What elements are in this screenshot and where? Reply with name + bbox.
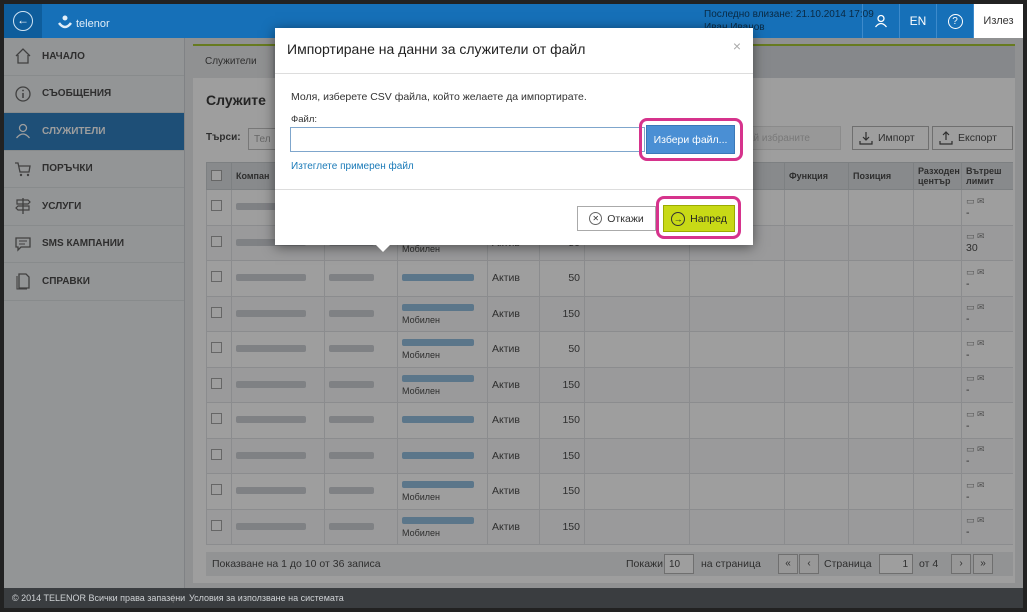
download-sample-link[interactable]: Изтеглете примерен файл bbox=[291, 161, 414, 172]
dialog-instructions: Моля, изберете CSV файла, който желаете … bbox=[291, 91, 587, 103]
language-button[interactable]: EN bbox=[899, 4, 936, 38]
dialog-divider bbox=[275, 189, 753, 190]
cancel-button[interactable]: ✕ Откажи bbox=[577, 206, 656, 231]
copyright-text: © 2014 TELENOR Всички права запазени bbox=[12, 593, 186, 603]
brand-name: telenor bbox=[76, 18, 110, 30]
close-icon: ✕ bbox=[589, 212, 603, 225]
import-dialog: Импортиране на данни за служители от фай… bbox=[275, 28, 753, 252]
highlight-ring bbox=[656, 196, 741, 239]
help-icon: ? bbox=[947, 13, 963, 29]
dialog-title: Импортиране на данни за служители от фай… bbox=[287, 41, 586, 57]
dialog-pointer bbox=[375, 244, 391, 252]
user-icon bbox=[874, 14, 888, 28]
highlight-ring bbox=[639, 118, 743, 161]
back-button[interactable]: ← bbox=[4, 4, 42, 38]
last-login-time: Последно влизане: 21.10.2014 17:09 bbox=[704, 9, 874, 20]
back-arrow-icon: ← bbox=[13, 11, 33, 31]
file-path-input[interactable] bbox=[290, 127, 645, 152]
cancel-label: Откажи bbox=[607, 212, 644, 225]
footer-divider: | bbox=[172, 593, 175, 603]
profile-button[interactable] bbox=[862, 4, 899, 38]
terms-link[interactable]: Условия за използване на системата bbox=[189, 593, 344, 603]
logout-button[interactable]: Излез bbox=[973, 4, 1023, 38]
help-button[interactable]: ? bbox=[936, 4, 973, 38]
close-icon[interactable]: × bbox=[733, 38, 741, 54]
telenor-logo-icon bbox=[58, 15, 72, 29]
dialog-divider bbox=[275, 73, 753, 74]
file-field-label: Файл: bbox=[291, 114, 317, 125]
footer-bar: © 2014 TELENOR Всички права запазени | У… bbox=[4, 588, 1023, 608]
